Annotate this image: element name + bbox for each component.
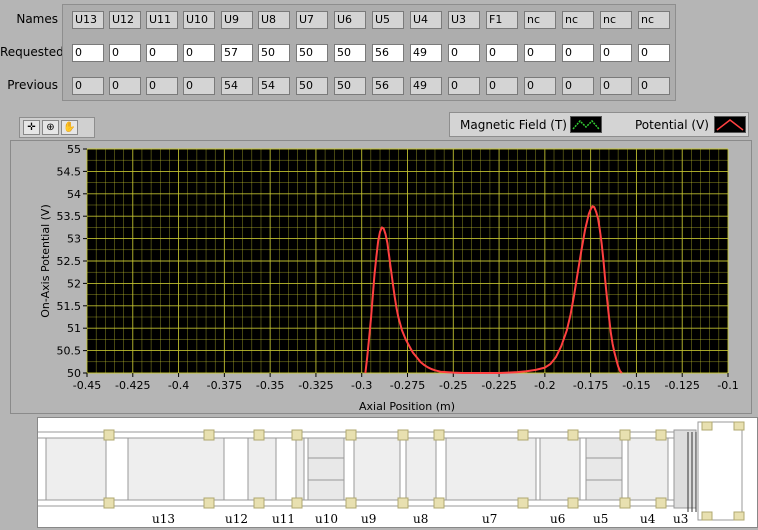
schematic-label: u7 bbox=[482, 512, 498, 526]
y-tick-label: 54 bbox=[67, 188, 81, 201]
y-tick-label: 52.5 bbox=[57, 255, 82, 268]
y-tick-label: 54.5 bbox=[57, 165, 82, 178]
x-tick-label: -0.325 bbox=[298, 379, 333, 392]
x-axis-label: Axial Position (m) bbox=[359, 400, 455, 413]
y-tick-label: 55 bbox=[67, 143, 81, 156]
y-tick-label: 50 bbox=[67, 367, 81, 380]
y-tick-label: 51.5 bbox=[57, 300, 82, 313]
x-axis-ticks: -0.45 -0.425 -0.4 -0.375 -0.35 -0.325 -0.3 -0.2… bbox=[73, 373, 739, 392]
x-tick-label: -0.125 bbox=[664, 379, 699, 392]
x-tick-label: -0.175 bbox=[573, 379, 608, 392]
schematic-label: u11 bbox=[272, 512, 295, 526]
x-tick-label: -0.375 bbox=[207, 379, 242, 392]
schematic-label: u4 bbox=[640, 512, 656, 526]
plot-grid bbox=[86, 148, 729, 374]
x-tick-label: -0.35 bbox=[256, 379, 284, 392]
x-tick-label: -0.25 bbox=[439, 379, 467, 392]
x-tick-label: -0.45 bbox=[73, 379, 101, 392]
schematic-label: u6 bbox=[550, 512, 566, 526]
y-tick-label: 50.5 bbox=[57, 345, 82, 358]
y-axis-ticks: 50 50.5 51 51.5 52 52.5 53 53.5 54 54.5 55 bbox=[57, 143, 87, 380]
y-tick-label: 52 bbox=[67, 277, 81, 290]
schematic-label: u9 bbox=[361, 512, 377, 526]
y-tick-label: 53.5 bbox=[57, 210, 82, 223]
schematic-label: u8 bbox=[413, 512, 429, 526]
x-tick-label: -0.3 bbox=[351, 379, 372, 392]
x-tick-label: -0.1 bbox=[717, 379, 738, 392]
x-tick-label: -0.425 bbox=[115, 379, 150, 392]
schematic-label: u13 bbox=[152, 512, 175, 526]
x-tick-label: -0.4 bbox=[168, 379, 189, 392]
schematic-drawing bbox=[38, 421, 745, 521]
x-tick-label: -0.2 bbox=[534, 379, 555, 392]
schematic-label: u5 bbox=[593, 512, 609, 526]
y-axis-label: On-Axis Potential (V) bbox=[39, 204, 52, 317]
y-tick-label: 53 bbox=[67, 233, 81, 246]
schematic-label: u3 bbox=[673, 512, 689, 526]
x-tick-label: -0.225 bbox=[481, 379, 516, 392]
schematic-label: u12 bbox=[225, 512, 248, 526]
x-tick-label: -0.275 bbox=[390, 379, 425, 392]
schematic-label: u10 bbox=[315, 512, 338, 526]
potential-chart[interactable]: -0.45 -0.425 -0.4 -0.375 -0.35 -0.325 -0.3 -0.2… bbox=[0, 0, 758, 414]
y-tick-label: 51 bbox=[67, 322, 81, 335]
x-tick-label: -0.15 bbox=[622, 379, 650, 392]
